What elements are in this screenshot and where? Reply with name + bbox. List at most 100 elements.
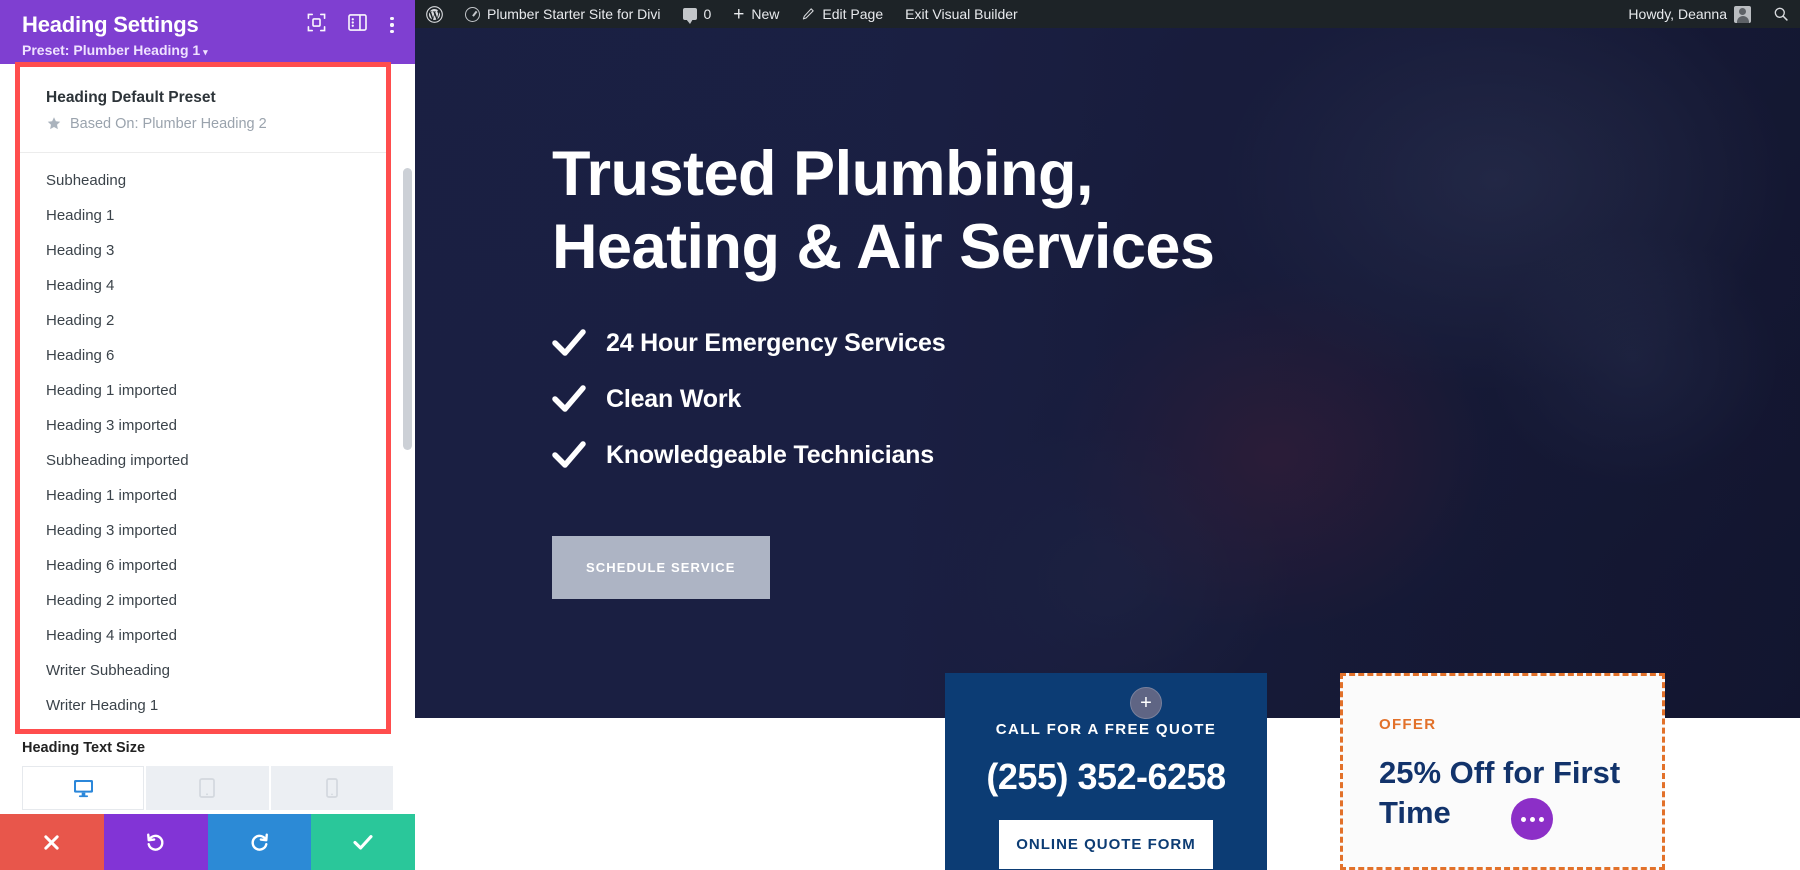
dot bbox=[1529, 816, 1535, 822]
search-icon bbox=[1773, 6, 1789, 22]
cancel-button[interactable] bbox=[0, 814, 104, 870]
list-item: 24 Hour Emergency Services bbox=[552, 328, 1800, 358]
plus-icon: + bbox=[733, 3, 745, 25]
preset-option[interactable]: Heading 1 imported bbox=[20, 373, 386, 408]
comment-bubble-icon bbox=[682, 8, 697, 24]
panel-title: Heading Settings bbox=[22, 12, 199, 37]
focus-module-icon[interactable] bbox=[307, 13, 326, 37]
chevron-down-icon: ▾ bbox=[203, 47, 208, 57]
online-quote-form-button[interactable]: ONLINE QUOTE FORM bbox=[999, 820, 1213, 869]
preset-dropdown: Heading Default Preset Based On: Plumber… bbox=[15, 62, 391, 734]
desktop-icon bbox=[73, 779, 94, 798]
visual-builder-canvas: Trusted Plumbing, Heating & Air Services… bbox=[415, 0, 1800, 870]
site-name-label: Plumber Starter Site for Divi bbox=[487, 6, 661, 22]
preset-option[interactable]: Heading 6 imported bbox=[20, 548, 386, 583]
preset-option[interactable]: Subheading imported bbox=[20, 443, 386, 478]
preset-based-on-row: Based On: Plumber Heading 2 bbox=[46, 116, 360, 132]
device-tab-desktop[interactable] bbox=[22, 766, 145, 810]
panel-header-icons bbox=[307, 13, 395, 37]
quote-card-label: CALL FOR A FREE QUOTE bbox=[995, 721, 1217, 738]
app-root: Trusted Plumbing, Heating & Air Services… bbox=[0, 0, 1800, 870]
exit-label: Exit Visual Builder bbox=[905, 6, 1018, 22]
device-tab-tablet[interactable] bbox=[146, 766, 269, 810]
undo-icon bbox=[145, 832, 166, 853]
preset-option[interactable]: Subheading bbox=[20, 163, 386, 198]
panel-more-options-icon[interactable] bbox=[389, 16, 395, 34]
check-icon bbox=[552, 328, 586, 358]
preset-option[interactable]: Heading 1 bbox=[20, 198, 386, 233]
preset-based-on-label: Based On: Plumber Heading 2 bbox=[70, 116, 267, 132]
site-name-menu[interactable]: Plumber Starter Site for Divi bbox=[454, 0, 672, 28]
star-icon bbox=[46, 116, 62, 132]
pencil-icon bbox=[801, 7, 815, 21]
panel-layout-toggle-icon[interactable] bbox=[348, 14, 367, 36]
comment-count: 0 bbox=[703, 6, 712, 22]
hero-heading-line-2: Heating & Air Services bbox=[552, 212, 1215, 283]
avatar bbox=[1734, 5, 1751, 23]
hero-content: Trusted Plumbing, Heating & Air Services… bbox=[415, 28, 1800, 600]
check-icon bbox=[552, 384, 586, 414]
preset-dropdown-inner: Heading Default Preset Based On: Plumber… bbox=[20, 67, 386, 729]
preset-option[interactable]: Heading 2 imported bbox=[20, 583, 386, 618]
preset-option[interactable]: Heading 2 bbox=[20, 303, 386, 338]
comments-menu[interactable]: 0 bbox=[672, 0, 723, 28]
dot bbox=[1520, 816, 1526, 822]
preset-dropdown-list: Subheading Heading 1 Heading 3 Heading 4… bbox=[20, 153, 386, 723]
page-title: Trusted Plumbing, Heating & Air Services bbox=[552, 138, 1452, 284]
phone-icon bbox=[325, 778, 338, 798]
call-for-quote-card: CALL FOR A FREE QUOTE (255) 352-6258 ONL… bbox=[945, 673, 1267, 870]
wordpress-logo-icon bbox=[426, 5, 443, 23]
dashboard-icon bbox=[465, 6, 480, 22]
dot bbox=[390, 23, 394, 27]
new-content-menu[interactable]: + New bbox=[722, 0, 790, 28]
hero-section: Trusted Plumbing, Heating & Air Services… bbox=[415, 28, 1800, 718]
preset-current-name: Heading Default Preset bbox=[46, 89, 216, 106]
hero-heading-line-1: Trusted Plumbing, bbox=[552, 139, 1094, 209]
list-item: Knowledgeable Technicians bbox=[552, 440, 1800, 470]
panel-scrollbar[interactable] bbox=[403, 168, 412, 450]
schedule-service-button[interactable]: SCHEDULE SERVICE bbox=[552, 536, 770, 600]
undo-button[interactable] bbox=[103, 814, 208, 870]
preset-option[interactable]: Heading 4 bbox=[20, 268, 386, 303]
preset-dropdown-current[interactable]: Heading Default Preset Based On: Plumber… bbox=[20, 67, 386, 146]
preset-option[interactable]: Writer Heading 1 bbox=[20, 688, 386, 723]
preset-option[interactable]: Heading 3 bbox=[20, 233, 386, 268]
panel-header: Heading Settings Preset: Plumber Heading… bbox=[0, 0, 415, 64]
offer-card: OFFER 25% Off for First Time bbox=[1340, 673, 1665, 870]
offer-heading: 25% Off for First Time bbox=[1379, 755, 1621, 830]
preset-option[interactable]: Heading 1 imported bbox=[20, 478, 386, 513]
wp-logo-menu[interactable] bbox=[415, 0, 454, 28]
edit-page-menu[interactable]: Edit Page bbox=[790, 0, 894, 28]
preset-option[interactable]: Writer Subheading bbox=[20, 653, 386, 688]
check-icon bbox=[352, 832, 374, 852]
save-button[interactable] bbox=[311, 814, 415, 870]
preset-selector[interactable]: Preset: Plumber Heading 1 ▾ bbox=[22, 42, 395, 58]
preset-option[interactable]: Heading 3 imported bbox=[20, 513, 386, 548]
preset-option[interactable]: Heading 4 imported bbox=[20, 618, 386, 653]
panel-body: Heading Text Size bbox=[0, 734, 415, 814]
dot bbox=[390, 16, 394, 21]
panel-title-row: Heading Settings bbox=[22, 12, 395, 38]
panel-footer-actions bbox=[0, 814, 415, 870]
bullet-label: 24 Hour Emergency Services bbox=[606, 328, 946, 357]
quote-card-phone[interactable]: (255) 352-6258 bbox=[985, 756, 1227, 798]
device-tab-phone[interactable] bbox=[270, 766, 393, 810]
add-section-button[interactable]: + bbox=[1130, 687, 1162, 719]
dot bbox=[390, 29, 394, 34]
module-settings-dots-button[interactable] bbox=[1511, 798, 1553, 840]
tablet-icon bbox=[199, 778, 216, 798]
heading-text-size-label: Heading Text Size bbox=[22, 740, 146, 756]
bullet-label: Knowledgeable Technicians bbox=[606, 440, 934, 469]
new-label: New bbox=[751, 6, 780, 22]
my-account-menu[interactable]: Howdy, Deanna bbox=[1617, 0, 1762, 28]
preset-label: Preset: Plumber Heading 1 bbox=[22, 42, 201, 58]
preset-option[interactable]: Heading 6 bbox=[20, 338, 386, 373]
dot bbox=[1538, 816, 1544, 822]
exit-visual-builder-menu[interactable]: Exit Visual Builder bbox=[894, 0, 1029, 28]
offer-badge: OFFER bbox=[1379, 716, 1437, 733]
redo-button[interactable] bbox=[207, 814, 312, 870]
search-button[interactable] bbox=[1762, 0, 1800, 28]
device-breakpoint-tabs bbox=[22, 766, 393, 810]
plus-icon: + bbox=[1140, 692, 1152, 714]
preset-option[interactable]: Heading 3 imported bbox=[20, 408, 386, 443]
